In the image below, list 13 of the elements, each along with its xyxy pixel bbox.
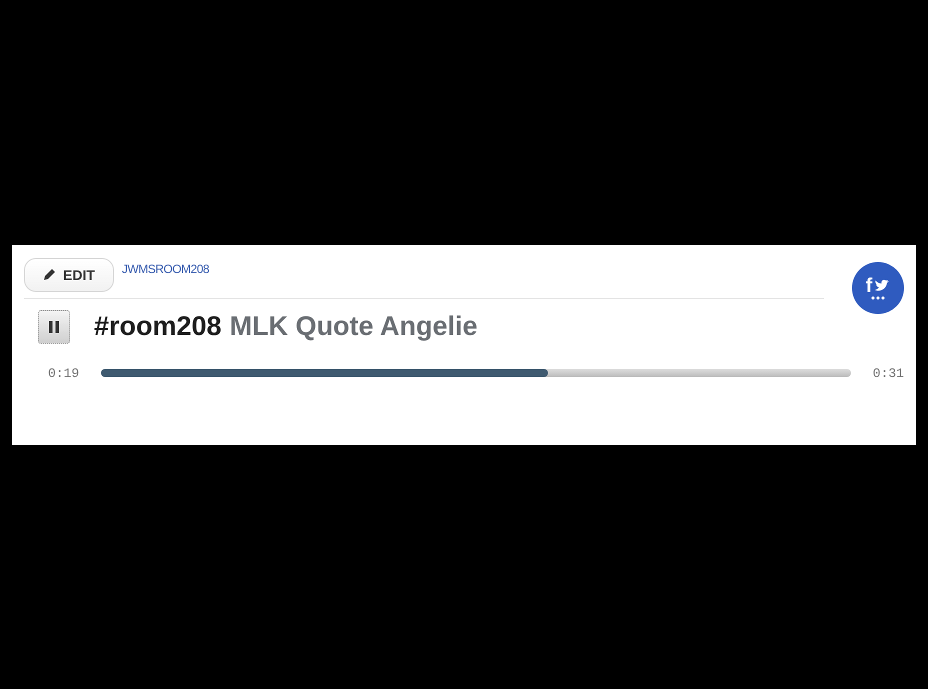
track-tag: #room208 <box>94 311 222 342</box>
duration-time: 0:31 <box>872 366 904 380</box>
pause-icon <box>49 320 59 332</box>
pause-button[interactable] <box>38 310 70 344</box>
edit-button[interactable]: EDIT <box>24 258 114 292</box>
more-icon <box>871 296 885 300</box>
bird-icon <box>874 278 890 292</box>
username-link[interactable]: JWMSROOM208 <box>122 262 210 276</box>
pencil-icon <box>43 268 56 281</box>
progress-bar[interactable] <box>101 369 851 377</box>
share-button[interactable]: f <box>852 262 904 314</box>
elapsed-time: 0:19 <box>48 366 80 380</box>
track-title: MLK Quote Angelie <box>230 311 478 342</box>
